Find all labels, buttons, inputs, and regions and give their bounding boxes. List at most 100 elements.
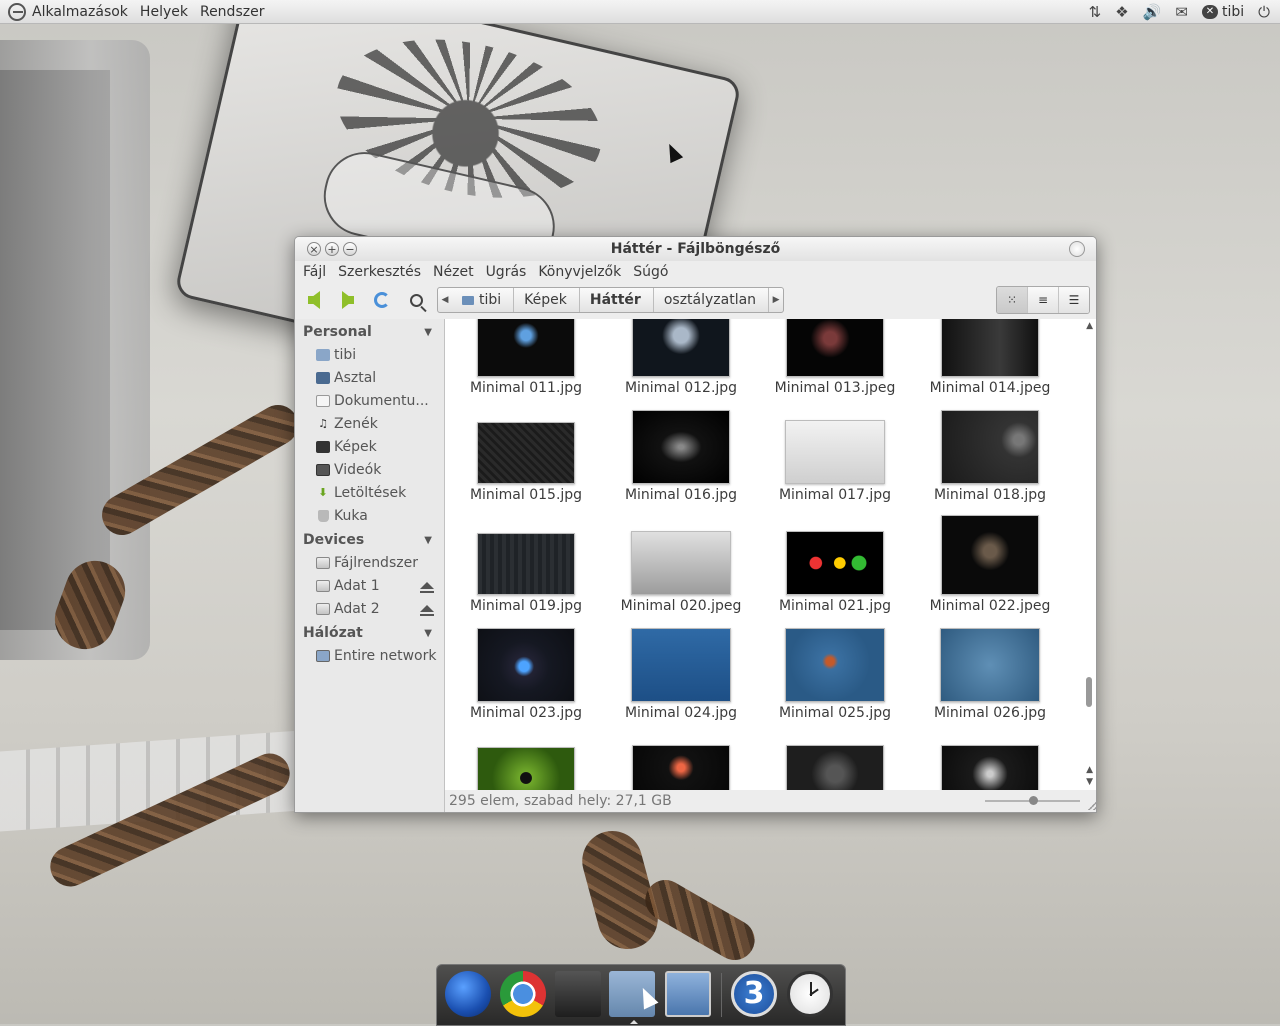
file-item[interactable]: Minimal 019.jpg (451, 533, 601, 614)
scroll-up-arrow-icon[interactable]: ▲ (1086, 321, 1093, 331)
menu-places[interactable]: Helyek (140, 4, 188, 20)
scroll-down-arrow-icon[interactable]: ▼ (1086, 777, 1093, 787)
file-item[interactable] (606, 745, 756, 790)
path-scroll-right-button[interactable]: ▶ (769, 288, 783, 312)
scroll-down-arrow-icon[interactable]: ▲ (1086, 765, 1093, 775)
network-transfer-icon[interactable]: ⇅ (1089, 3, 1102, 21)
menu-system[interactable]: Rendszer (200, 4, 264, 20)
sidebar-item-pictures[interactable]: Képek (295, 435, 444, 458)
collapse-triangle-icon[interactable]: ▼ (424, 535, 432, 546)
home-folder-icon (316, 348, 330, 361)
file-grid: ▲ ▲ ▼ Minimal 011.jpg Minimal 012.jpg Mini… (445, 319, 1096, 790)
eject-icon[interactable] (420, 605, 434, 616)
menu-go[interactable]: Ugrás (486, 264, 527, 280)
file-thumbnail (941, 745, 1039, 790)
crumb-pictures[interactable]: Képek (514, 288, 580, 312)
clock-icon[interactable] (787, 971, 833, 1017)
sidebar-item-desktop[interactable]: Asztal (295, 366, 444, 389)
menu-applications[interactable]: Alkalmazások (32, 4, 128, 20)
file-item[interactable]: Minimal 014.jpeg (915, 319, 1065, 396)
sidebar-item-documents[interactable]: Dokumentu... (295, 389, 444, 412)
firefox-icon[interactable] (445, 971, 491, 1017)
music-player-album-icon[interactable] (555, 971, 601, 1017)
crumb-home[interactable]: tibi (452, 288, 515, 312)
drive-icon (316, 602, 330, 615)
document-icon (316, 394, 330, 407)
resize-grip-icon[interactable] (1088, 800, 1096, 810)
sidebar-item-home[interactable]: tibi (295, 343, 444, 366)
collapse-triangle-icon[interactable]: ▼ (424, 628, 432, 639)
file-item[interactable]: Minimal 018.jpg (915, 410, 1065, 503)
zoom-slider[interactable] (985, 796, 1080, 805)
distro-logo-icon[interactable] (8, 2, 26, 21)
compact-view-button[interactable]: ☰ (1058, 287, 1089, 313)
user-menu[interactable]: ✕ tibi (1201, 4, 1244, 20)
sidebar-item-data1[interactable]: Adat 1 (295, 574, 444, 597)
zoom-slider-knob[interactable] (1029, 796, 1038, 805)
sidebar-item-trash[interactable]: Kuka (295, 504, 444, 527)
icon-view-button[interactable]: ⁙ (997, 287, 1027, 313)
file-item[interactable]: Minimal 020.jpeg (606, 531, 756, 614)
file-item[interactable]: Minimal 015.jpg (451, 422, 601, 503)
menu-edit[interactable]: Szerkesztés (338, 264, 421, 280)
menu-help[interactable]: Súgó (633, 264, 668, 280)
desktop-screen-icon[interactable] (665, 971, 711, 1017)
desktop-icon (316, 371, 330, 384)
file-item[interactable]: Minimal 017.jpg (760, 420, 910, 503)
window-titlebar[interactable]: × + − Háttér - Fájlböngésző (295, 237, 1096, 261)
collapse-triangle-icon[interactable]: ▼ (424, 327, 432, 338)
menu-view[interactable]: Nézet (433, 264, 474, 280)
volume-icon[interactable]: 🔊 (1143, 3, 1162, 21)
sidebar-section-personal[interactable]: Personal ▼ (295, 321, 444, 343)
search-button[interactable] (401, 286, 431, 314)
file-item[interactable]: Minimal 013.jpeg (760, 319, 910, 396)
power-icon[interactable]: ⏻ (1258, 3, 1270, 21)
sidebar-section-devices[interactable]: Devices ▼ (295, 529, 444, 551)
window-menu-button[interactable] (1069, 241, 1085, 257)
drive-icon (316, 556, 330, 569)
file-item[interactable]: Minimal 026.jpg (915, 628, 1065, 721)
maximize-icon[interactable]: + (325, 242, 339, 256)
eject-icon[interactable] (420, 582, 434, 593)
sidebar-item-entire-network[interactable]: Entire network (295, 644, 444, 667)
file-item[interactable]: Minimal 012.jpg (606, 319, 756, 396)
reload-button[interactable] (367, 286, 397, 314)
file-item[interactable]: Minimal 011.jpg (451, 319, 601, 396)
search-icon (409, 293, 423, 307)
file-item[interactable] (760, 745, 910, 790)
vertical-scrollbar[interactable]: ▲ ▲ ▼ (1082, 319, 1096, 790)
sidebar-item-label: Adat 1 (334, 577, 380, 594)
sidebar-item-downloads[interactable]: ⬇ Letöltések (295, 481, 444, 504)
crumb-unsorted[interactable]: osztályzatlan (654, 288, 770, 312)
file-item[interactable] (451, 747, 601, 790)
minimize-icon[interactable]: − (343, 242, 357, 256)
scrollbar-thumb[interactable] (1086, 677, 1092, 707)
close-icon[interactable]: × (307, 242, 321, 256)
file-item[interactable]: Minimal 022.jpeg (915, 515, 1065, 614)
file-thumbnail (632, 319, 730, 377)
workspace-counter-icon[interactable]: 3 (731, 971, 777, 1017)
crumb-label: Képek (524, 292, 567, 308)
forward-button[interactable] (333, 286, 363, 314)
file-item[interactable]: Minimal 016.jpg (606, 410, 756, 503)
menu-file[interactable]: Fájl (303, 264, 326, 280)
sidebar-item-filesystem[interactable]: Fájlrendszer (295, 551, 444, 574)
file-item[interactable] (915, 745, 1065, 790)
sidebar-section-network[interactable]: Hálózat ▼ (295, 622, 444, 644)
file-item[interactable]: Minimal 021.jpg (760, 531, 910, 614)
file-item[interactable]: Minimal 023.jpg (451, 628, 601, 721)
sidebar-item-music[interactable]: ♫ Zenék (295, 412, 444, 435)
chrome-icon[interactable] (500, 971, 546, 1017)
dropbox-icon[interactable]: ❖ (1115, 3, 1128, 21)
file-item[interactable]: Minimal 024.jpg (606, 628, 756, 721)
sidebar-item-videos[interactable]: Videók (295, 458, 444, 481)
menu-bookmarks[interactable]: Könyvjelzők (538, 264, 621, 280)
list-view-button[interactable]: ≡ (1027, 287, 1058, 313)
back-button[interactable] (299, 286, 329, 314)
mail-icon[interactable]: ✉ (1175, 3, 1188, 21)
sidebar-item-data2[interactable]: Adat 2 (295, 597, 444, 620)
file-item[interactable]: Minimal 025.jpg (760, 628, 910, 721)
crumb-background[interactable]: Háttér (580, 288, 654, 312)
path-scroll-left-button[interactable]: ◀ (438, 288, 452, 312)
file-thumbnail (941, 515, 1039, 595)
